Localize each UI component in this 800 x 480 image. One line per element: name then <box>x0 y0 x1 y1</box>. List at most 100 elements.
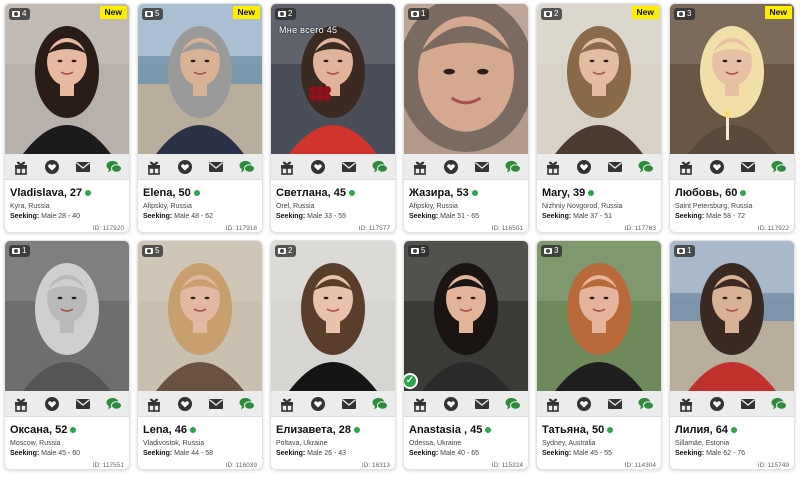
like-button[interactable] <box>573 157 595 177</box>
profile-photo[interactable]: 4 New <box>5 4 129 154</box>
like-button[interactable] <box>307 394 329 414</box>
profile-photo[interactable]: 2 New <box>537 4 661 154</box>
send-gift-button[interactable] <box>409 394 431 414</box>
like-button[interactable] <box>41 157 63 177</box>
profile-photo[interactable]: 3 New <box>670 4 794 154</box>
profile-card[interactable]: 5 Lena, 46 Vladivostok, Russia Seeking: Mal… <box>137 240 263 470</box>
send-gift-button[interactable] <box>276 394 298 414</box>
profile-photo[interactable]: 1 <box>404 4 528 154</box>
like-button[interactable] <box>41 394 63 414</box>
envelope-icon <box>607 398 622 409</box>
send-gift-button[interactable] <box>542 394 564 414</box>
photo-count-value: 2 <box>288 9 293 18</box>
send-gift-button[interactable] <box>675 394 697 414</box>
profile-seeking: Seeking: Male 28 - 40 <box>10 213 80 220</box>
profile-name[interactable]: Elena, 50 <box>143 187 200 199</box>
send-letter-button[interactable] <box>338 157 360 177</box>
photo-count-value: 1 <box>22 246 27 255</box>
photo-illustration <box>271 241 395 391</box>
heart-icon <box>177 396 192 411</box>
gift-icon <box>14 161 27 175</box>
send-gift-button[interactable] <box>409 157 431 177</box>
send-gift-button[interactable] <box>276 157 298 177</box>
like-button[interactable] <box>174 157 196 177</box>
send-letter-button[interactable] <box>72 157 94 177</box>
like-button[interactable] <box>307 157 329 177</box>
start-chat-button[interactable] <box>768 394 790 414</box>
seeking-label: Seeking: <box>409 213 439 220</box>
send-letter-button[interactable] <box>205 394 227 414</box>
send-gift-button[interactable] <box>143 394 165 414</box>
like-button[interactable] <box>573 394 595 414</box>
send-gift-button[interactable] <box>675 157 697 177</box>
profile-card[interactable]: 2 Мне всего 45 Светлана, 45 Orel, Russia See… <box>270 3 396 233</box>
profile-name[interactable]: Vladislava, 27 <box>10 187 92 199</box>
profile-card[interactable]: 3 New Любовь, 60 Saint Petersburg, Russia Se… <box>669 3 795 233</box>
like-button[interactable] <box>440 157 462 177</box>
profile-photo[interactable]: 2 Мне всего 45 <box>271 4 395 154</box>
profile-name[interactable]: Любовь, 60 <box>675 187 747 199</box>
profile-photo[interactable]: 5 <box>138 241 262 391</box>
profile-photo[interactable]: 2 <box>271 241 395 391</box>
like-button[interactable] <box>440 394 462 414</box>
send-letter-button[interactable] <box>471 157 493 177</box>
profile-card[interactable]: 2 New Mary, 39 Nizhniy Novgorod, Russia Seek… <box>536 3 662 233</box>
photo-count-badge: 1 <box>9 245 31 257</box>
online-status-dot <box>740 190 747 196</box>
profile-card[interactable]: 3 Татьяна, 50 Sydney, Australia Seeking: Ma… <box>536 240 662 470</box>
profile-card[interactable]: 5 New Elena, 50 Afipskiy, Russia Seeking: Ma… <box>137 3 263 233</box>
send-letter-button[interactable] <box>604 157 626 177</box>
online-status-dot <box>70 427 77 433</box>
start-chat-button[interactable] <box>236 394 258 414</box>
profile-photo[interactable]: 1 <box>5 241 129 391</box>
profile-name[interactable]: Оксана, 52 <box>10 424 77 436</box>
profile-name[interactable]: Татьяна, 50 <box>542 424 614 436</box>
photo-count-value: 3 <box>554 246 559 255</box>
profile-card[interactable]: 5 ✓ Anastasia , 45 Odessa, Ukraine Seeking: … <box>403 240 529 470</box>
profile-name[interactable]: Anastasia , 45 <box>409 424 492 436</box>
seeking-label: Seeking: <box>542 213 572 220</box>
send-gift-button[interactable] <box>542 157 564 177</box>
send-gift-button[interactable] <box>143 157 165 177</box>
profile-photo[interactable]: 5 <box>404 241 528 391</box>
send-letter-button[interactable] <box>205 157 227 177</box>
like-button[interactable] <box>706 157 728 177</box>
start-chat-button[interactable] <box>635 394 657 414</box>
profile-photo[interactable]: 3 <box>537 241 661 391</box>
profile-name[interactable]: Жазира, 53 <box>409 187 478 199</box>
start-chat-button[interactable] <box>502 394 524 414</box>
profile-card[interactable]: 1 Жазира, 53 Afipskiy, Russia Seeking: Male… <box>403 3 529 233</box>
send-gift-button[interactable] <box>10 157 32 177</box>
start-chat-button[interactable] <box>369 394 391 414</box>
start-chat-button[interactable] <box>236 157 258 177</box>
start-chat-button[interactable] <box>369 157 391 177</box>
profile-card[interactable]: 4 New Vladislava, 27 Kyra, Russia Seeking: M… <box>4 3 130 233</box>
send-gift-button[interactable] <box>10 394 32 414</box>
start-chat-button[interactable] <box>103 157 125 177</box>
send-letter-button[interactable] <box>737 157 759 177</box>
profile-name-text: Лилия, 64 <box>675 424 728 436</box>
send-letter-button[interactable] <box>338 394 360 414</box>
profile-card[interactable]: 1 Оксана, 52 Moscow, Russia Seeking: Male 4… <box>4 240 130 470</box>
profile-name[interactable]: Лилия, 64 <box>675 424 737 436</box>
send-letter-button[interactable] <box>737 394 759 414</box>
profile-name[interactable]: Светлана, 45 <box>276 187 355 199</box>
like-button[interactable] <box>174 394 196 414</box>
profile-name[interactable]: Lena, 46 <box>143 424 197 436</box>
send-letter-button[interactable] <box>471 394 493 414</box>
profile-actions <box>271 154 395 180</box>
profile-name[interactable]: Елизавета, 28 <box>276 424 360 436</box>
envelope-icon <box>341 398 356 409</box>
send-letter-button[interactable] <box>604 394 626 414</box>
start-chat-button[interactable] <box>502 157 524 177</box>
profile-name[interactable]: Mary, 39 <box>542 187 595 199</box>
profile-card[interactable]: 2 Елизавета, 28 Poltava, Ukraine Seeking: M… <box>270 240 396 470</box>
like-button[interactable] <box>706 394 728 414</box>
start-chat-button[interactable] <box>768 157 790 177</box>
profile-photo[interactable]: 1 <box>670 241 794 391</box>
start-chat-button[interactable] <box>635 157 657 177</box>
profile-photo[interactable]: 5 New <box>138 4 262 154</box>
send-letter-button[interactable] <box>72 394 94 414</box>
profile-card[interactable]: 1 Лилия, 64 Sillamäe, Estonia Seeking: Male… <box>669 240 795 470</box>
start-chat-button[interactable] <box>103 394 125 414</box>
